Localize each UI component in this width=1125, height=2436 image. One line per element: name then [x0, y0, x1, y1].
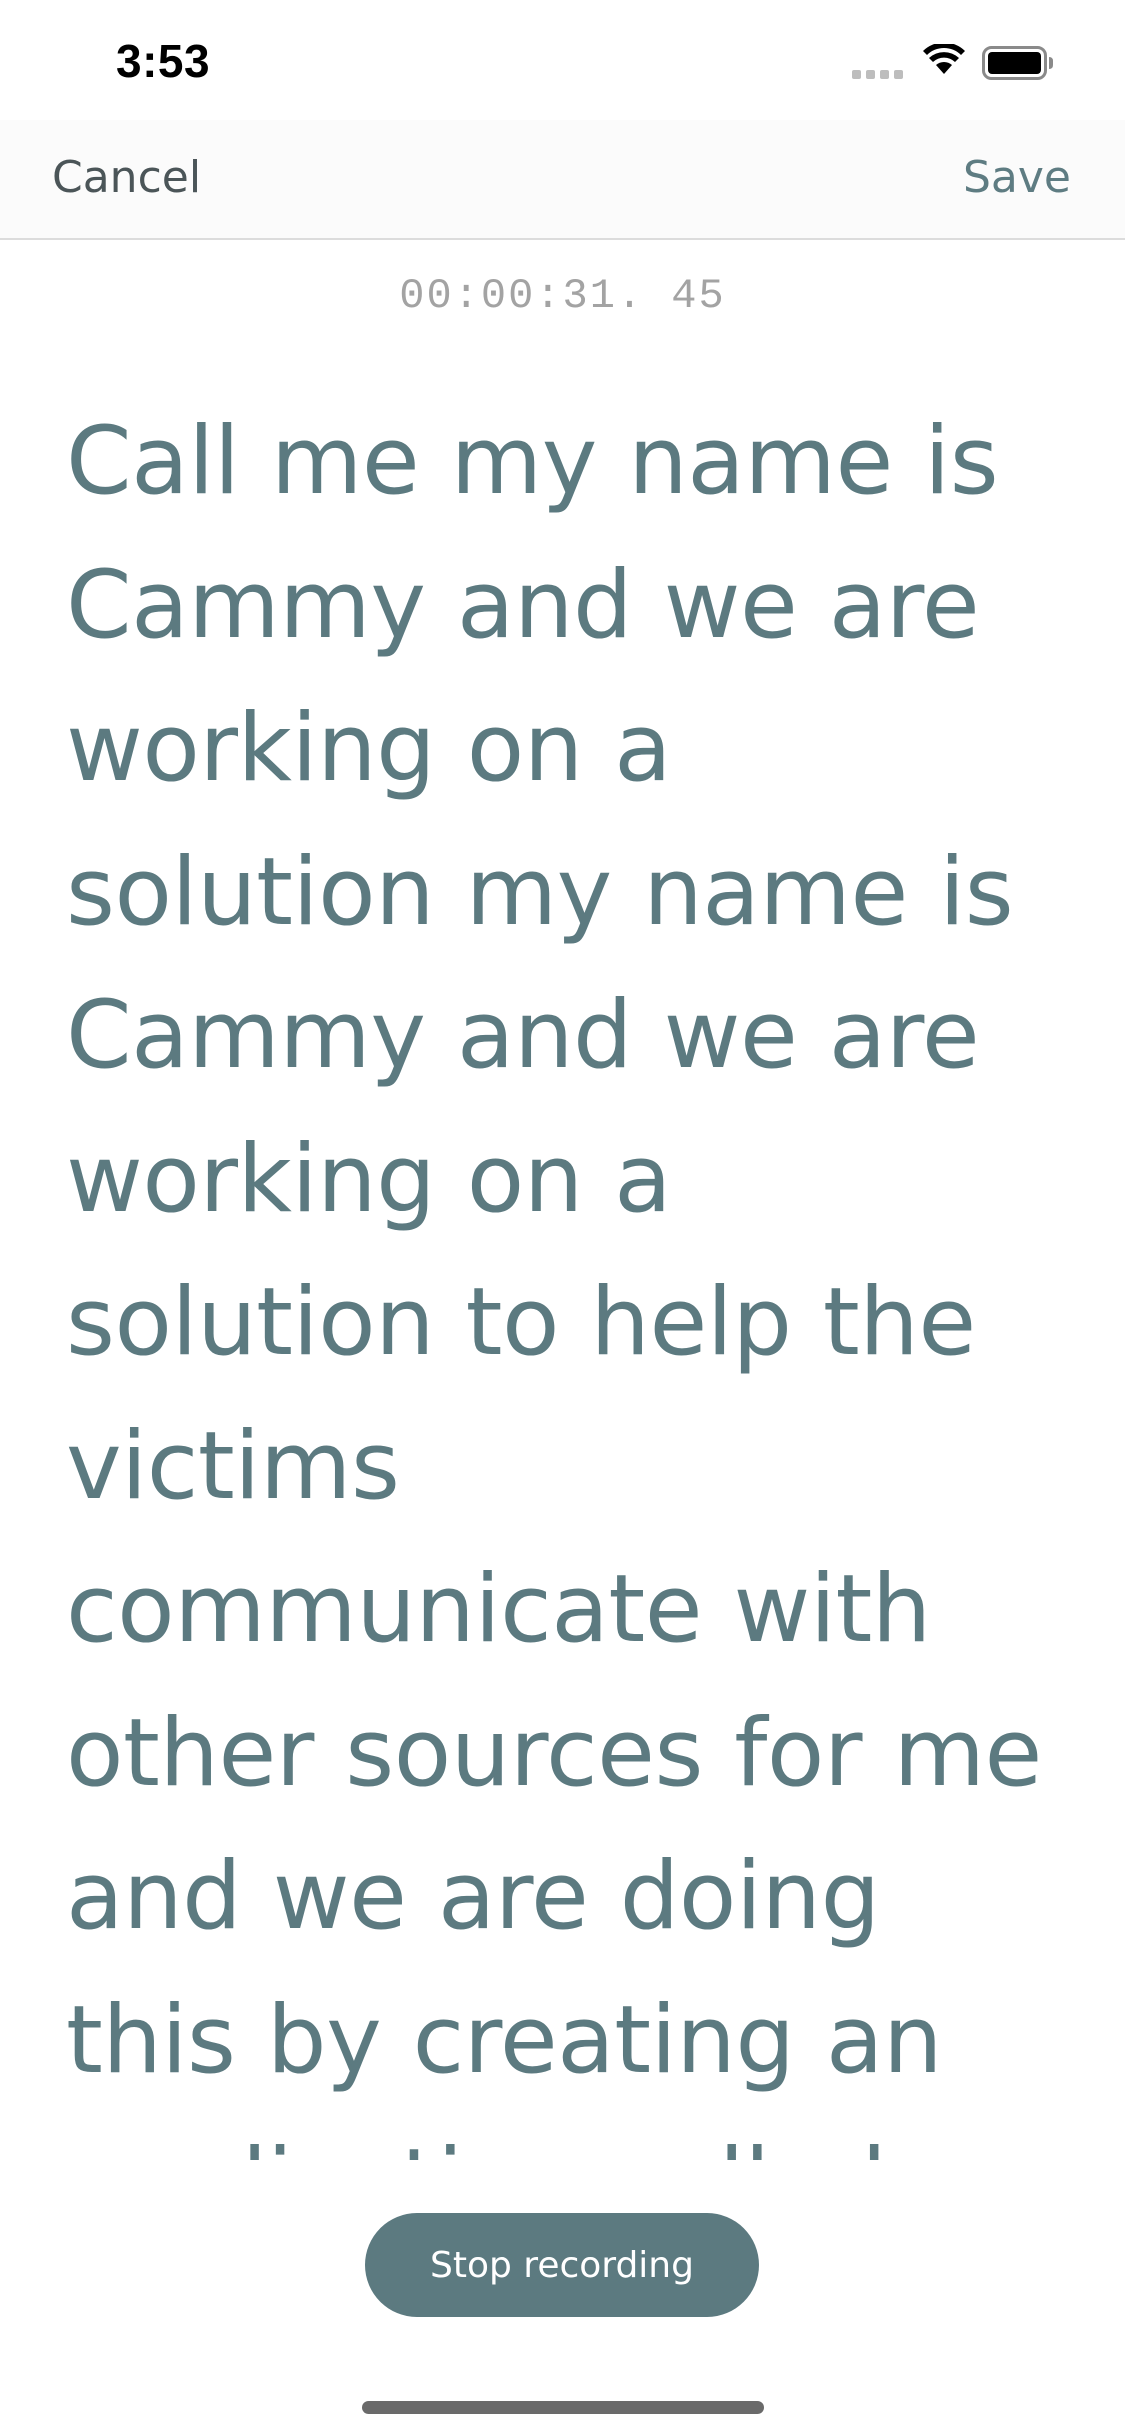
home-indicator — [362, 2401, 764, 2414]
cellular-signal-icon — [852, 70, 903, 79]
transcript-text: Call me my name is Cammy and we are work… — [66, 407, 1042, 2160]
status-time: 3:53 — [116, 35, 211, 87]
transcript-area[interactable]: Call me my name is Cammy and we are work… — [66, 390, 1086, 2160]
status-bar: 3:53 — [0, 0, 1125, 120]
save-button[interactable]: Save — [963, 152, 1071, 203]
battery-icon — [982, 46, 1053, 80]
wifi-icon — [923, 44, 965, 74]
navigation-bar: Cancel Save — [0, 120, 1125, 240]
stop-recording-button[interactable]: Stop recording — [365, 2213, 759, 2317]
cancel-button[interactable]: Cancel — [52, 152, 201, 203]
recording-timer: 00:00:31. 45 — [399, 272, 726, 320]
